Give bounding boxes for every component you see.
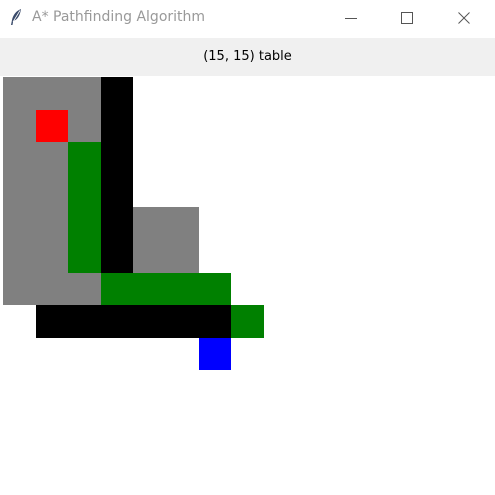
window-title: A* Pathfinding Algorithm xyxy=(32,9,206,25)
status-label: (15, 15) table xyxy=(203,49,292,64)
grid-cell-wall[interactable] xyxy=(101,175,133,207)
title-bar: A* Pathfinding Algorithm xyxy=(0,0,495,36)
grid-cell-visited[interactable] xyxy=(68,77,101,110)
grid-cell-visited[interactable] xyxy=(166,240,199,273)
maximize-button[interactable] xyxy=(384,0,430,36)
grid-cell-wall[interactable] xyxy=(101,207,133,240)
grid-cell-start[interactable] xyxy=(36,110,68,142)
grid-cell-visited[interactable] xyxy=(3,207,36,240)
feather-icon xyxy=(8,8,24,26)
grid-cell-visited[interactable] xyxy=(68,110,101,142)
grid-cell-visited[interactable] xyxy=(3,175,36,207)
grid-cell-wall[interactable] xyxy=(101,240,133,273)
grid-cell-wall[interactable] xyxy=(199,305,231,338)
grid-cell-wall[interactable] xyxy=(101,305,133,338)
grid-cell-visited[interactable] xyxy=(133,207,166,240)
grid-cell-visited[interactable] xyxy=(36,207,68,240)
grid-cell-wall[interactable] xyxy=(68,305,101,338)
minimize-button[interactable] xyxy=(328,0,374,36)
grid-cell-path[interactable] xyxy=(68,142,101,175)
grid-cell-wall[interactable] xyxy=(101,77,133,110)
app-window: A* Pathfinding Algorithm (15, 15) table xyxy=(0,0,495,495)
minimize-icon xyxy=(345,18,357,19)
grid-cell-wall[interactable] xyxy=(101,142,133,175)
grid-cell-path[interactable] xyxy=(68,175,101,207)
grid-cell-wall[interactable] xyxy=(36,305,68,338)
grid-cell-end[interactable] xyxy=(199,338,231,370)
grid-cell-path[interactable] xyxy=(231,305,264,338)
maximize-icon xyxy=(401,12,413,24)
close-icon xyxy=(458,12,470,24)
grid-cell-visited[interactable] xyxy=(3,77,36,110)
grid-cell-path[interactable] xyxy=(199,273,231,305)
grid-cell-visited[interactable] xyxy=(36,142,68,175)
grid-cell-wall[interactable] xyxy=(133,305,166,338)
grid-cell-path[interactable] xyxy=(68,207,101,240)
grid-cell-path[interactable] xyxy=(68,240,101,273)
status-label-bar: (15, 15) table xyxy=(0,38,495,76)
grid-cell-visited[interactable] xyxy=(36,273,68,305)
grid-cell-visited[interactable] xyxy=(166,207,199,240)
grid-cell-path[interactable] xyxy=(133,273,166,305)
grid-cell-visited[interactable] xyxy=(36,77,68,110)
grid-cell-path[interactable] xyxy=(101,273,133,305)
grid-cell-path[interactable] xyxy=(166,273,199,305)
grid-cell-visited[interactable] xyxy=(36,175,68,207)
grid-cell-visited[interactable] xyxy=(36,240,68,273)
grid-cell-visited[interactable] xyxy=(3,240,36,273)
grid-cell-wall[interactable] xyxy=(166,305,199,338)
grid-cell-visited[interactable] xyxy=(3,110,36,142)
grid-cell-wall[interactable] xyxy=(101,110,133,142)
grid-cell-visited[interactable] xyxy=(3,142,36,175)
close-button[interactable] xyxy=(441,0,487,36)
pathfinding-grid[interactable] xyxy=(3,77,492,495)
grid-cell-visited[interactable] xyxy=(68,273,101,305)
grid-cell-visited[interactable] xyxy=(133,240,166,273)
grid-cell-visited[interactable] xyxy=(3,273,36,305)
